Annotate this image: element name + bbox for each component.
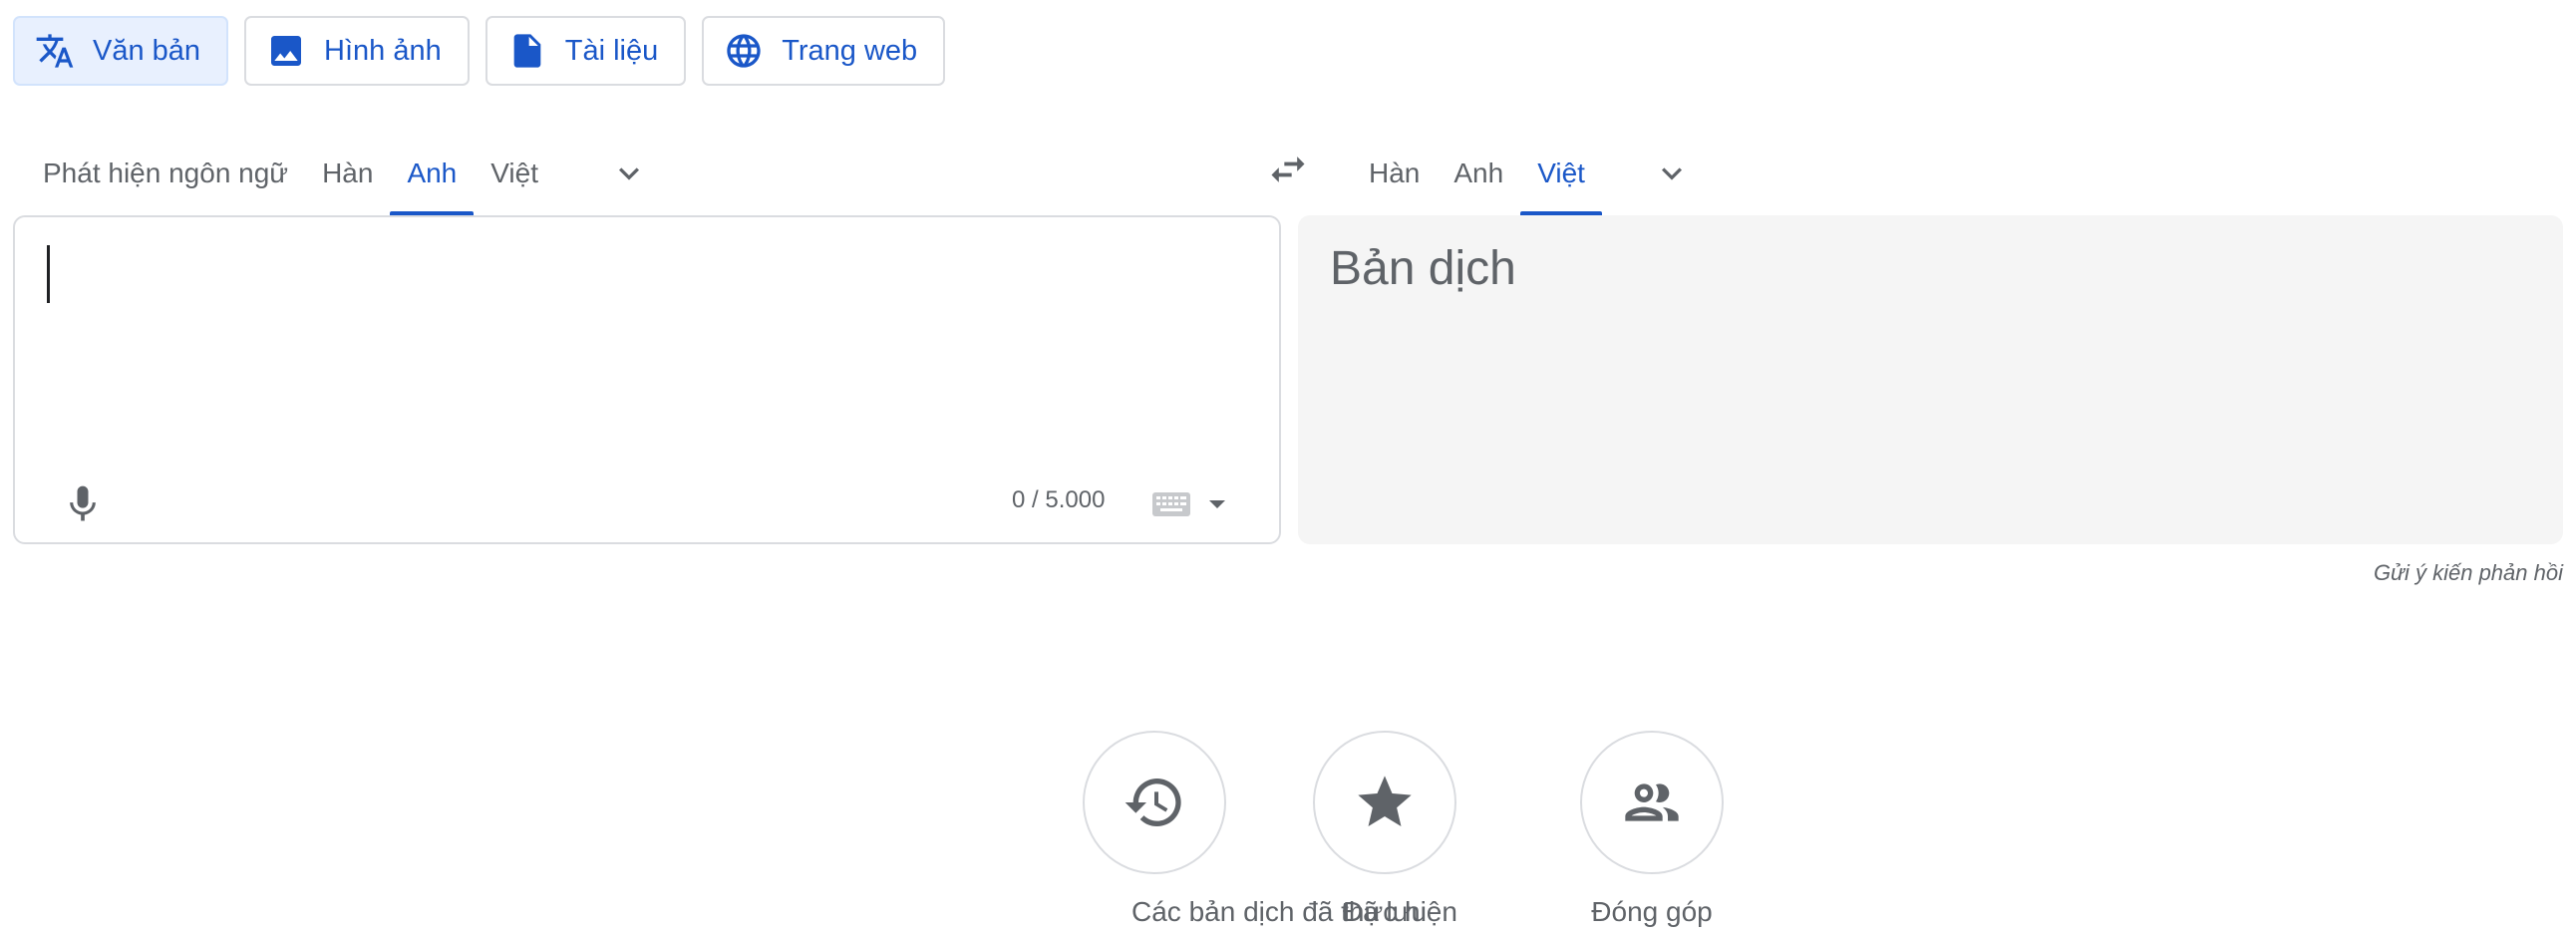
- swap-languages-button[interactable]: [1258, 140, 1318, 199]
- history-circle: [1083, 731, 1227, 874]
- translate-icon: [35, 31, 75, 71]
- source-lang-detect[interactable]: Phát hiện ngôn ngữ: [26, 132, 305, 215]
- contribute-circle: [1580, 731, 1724, 874]
- source-text-input[interactable]: [47, 247, 1247, 451]
- swap-icon: [1266, 148, 1310, 191]
- target-lang-korean[interactable]: Hàn: [1352, 132, 1437, 215]
- mode-image-label: Hình ảnh: [324, 34, 442, 67]
- globe-icon: [724, 31, 764, 71]
- saved-label: Đã lưu: [1342, 896, 1428, 927]
- send-feedback-link[interactable]: Gửi ý kiến phản hồi: [2374, 560, 2563, 586]
- mode-document-button[interactable]: Tài liệu: [484, 16, 687, 86]
- source-lang-english[interactable]: Anh: [390, 132, 475, 215]
- voice-input-button[interactable]: [51, 472, 115, 536]
- input-tools-button[interactable]: [1151, 482, 1225, 526]
- target-lang-english[interactable]: Anh: [1437, 132, 1520, 215]
- translation-placeholder: Bản dịch: [1330, 242, 1516, 295]
- caret-down-icon: [1207, 498, 1227, 510]
- target-lang-vietnamese[interactable]: Việt: [1520, 132, 1602, 215]
- keyboard-icon: [1151, 489, 1191, 519]
- source-text-panel: 0 / 5.000: [13, 215, 1281, 544]
- mode-document-label: Tài liệu: [564, 34, 659, 67]
- mode-website-button[interactable]: Trang web: [702, 16, 946, 86]
- target-more-languages-button[interactable]: [1642, 132, 1702, 215]
- star-icon: [1353, 771, 1417, 834]
- source-lang-vietnamese[interactable]: Việt: [474, 132, 555, 215]
- mode-image-button[interactable]: Hình ảnh: [244, 16, 470, 86]
- translation-output-panel: Bản dịch: [1298, 215, 2563, 544]
- source-language-bar: Phát hiện ngôn ngữ Hàn Anh Việt: [26, 132, 659, 215]
- mode-text-button[interactable]: Văn bản: [13, 16, 229, 86]
- document-icon: [507, 31, 547, 71]
- source-lang-korean[interactable]: Hàn: [305, 132, 390, 215]
- saved-button[interactable]: Đã lưu: [1313, 731, 1456, 928]
- chevron-down-icon: [1652, 154, 1692, 193]
- image-icon: [266, 31, 306, 71]
- chevron-down-icon: [609, 154, 649, 193]
- mode-text-label: Văn bản: [93, 34, 201, 67]
- saved-circle: [1313, 731, 1456, 874]
- contribute-label: Đóng góp: [1591, 896, 1713, 927]
- source-more-languages-button[interactable]: [599, 132, 659, 215]
- target-language-bar: Hàn Anh Việt: [1352, 132, 1702, 215]
- character-count: 0 / 5.000: [1012, 486, 1106, 513]
- text-cursor: [47, 245, 50, 303]
- mode-website-label: Trang web: [782, 34, 918, 67]
- mode-toolbar: Văn bản Hình ảnh Tài liệu Trang web: [13, 16, 946, 86]
- microphone-icon: [61, 482, 105, 526]
- people-icon: [1620, 771, 1684, 834]
- history-icon: [1123, 771, 1186, 834]
- contribute-button[interactable]: Đóng góp: [1580, 731, 1724, 928]
